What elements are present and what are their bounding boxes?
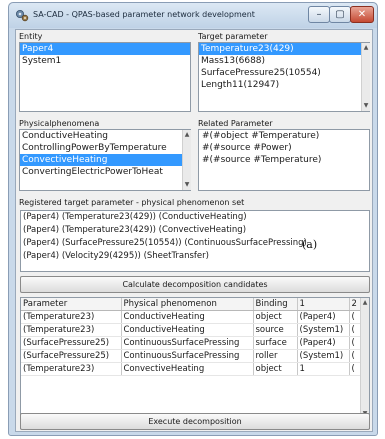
title-bar[interactable]: SA-CAD - QPAS-based parameter network de… — [9, 3, 377, 28]
cell-parameter: (SurfacePressure25) — [21, 349, 122, 363]
target-parameter-item[interactable]: Temperature23(429) — [199, 43, 369, 55]
table-row[interactable]: (Temperature23) ConvectiveHeating object… — [21, 362, 362, 376]
column-header-phenomenon[interactable]: Physical phenomenon — [121, 298, 254, 311]
cell-col1: (Paper4) — [297, 310, 350, 324]
related-parameter-item[interactable]: #(#object #Temperature) — [199, 130, 369, 142]
table-row[interactable]: (SurfacePressure25) ContinuousSurfacePre… — [21, 349, 362, 363]
related-parameter-item[interactable]: #(#source #Temperature) — [199, 154, 369, 166]
table-row[interactable]: (Temperature23) ConductiveHeating object… — [21, 310, 362, 324]
cell-binding: surface — [253, 336, 298, 350]
triangle-up-icon[interactable]: ▲ — [362, 44, 370, 52]
cell-phenomenon: ContinuousSurfacePressing — [121, 349, 254, 363]
cell-parameter: (Temperature23) — [21, 323, 122, 337]
cell-parameter: (Temperature23) — [21, 310, 122, 324]
physical-phenomenon-item[interactable]: ConvectiveHeating — [20, 154, 190, 166]
window-title: SA-CAD - QPAS-based parameter network de… — [33, 10, 255, 19]
target-parameter-item[interactable]: Length11(12947) — [199, 79, 369, 91]
related-parameter-label: Related Parameter — [198, 119, 273, 128]
client-area: Entity Paper4 System1 Target parameter T… — [15, 29, 373, 432]
cell-col1: (System1) — [297, 349, 350, 363]
cell-phenomenon: ConductiveHeating — [121, 323, 254, 337]
cell-binding: source — [253, 323, 298, 337]
cell-col1: 1 — [297, 362, 350, 376]
table-row[interactable]: (SurfacePressure25) ContinuousSurfacePre… — [21, 336, 362, 350]
physical-phenomena-scrollbar[interactable]: ▲ ▼ — [182, 130, 191, 190]
target-parameter-item[interactable]: Mass13(6688) — [199, 55, 369, 67]
physical-phenomena-list[interactable]: ConductiveHeating ControllingPowerByTemp… — [19, 129, 191, 191]
entity-list[interactable]: Paper4 System1 — [19, 42, 191, 112]
gear-cluster-icon — [16, 10, 29, 22]
cell-phenomenon: ConvectiveHeating — [121, 362, 254, 376]
cell-parameter: (Temperature23) — [21, 362, 122, 376]
triangle-down-icon[interactable]: ▼ — [183, 181, 191, 189]
figure-annotation: (a) — [302, 238, 318, 251]
physical-phenomenon-item[interactable]: ConvertingElectricPowerToHeat — [20, 166, 190, 178]
triangle-up-icon[interactable]: ▲ — [361, 299, 369, 307]
column-header-binding[interactable]: Binding — [253, 298, 298, 311]
physical-phenomenon-item[interactable]: ControllingPowerByTemperature — [20, 142, 190, 154]
cell-binding: object — [253, 310, 298, 324]
registered-set-item[interactable]: (Paper4) (Velocity29(4295)) (SheetTransf… — [21, 250, 369, 263]
target-parameter-scrollbar[interactable]: ▲ ▼ — [361, 43, 370, 111]
entity-item[interactable]: Paper4 — [20, 43, 190, 55]
physical-phenomena-label: Physicalphenomena — [19, 119, 100, 128]
table-row[interactable]: (Temperature23) ConductiveHeating source… — [21, 323, 362, 337]
execute-decomposition-button[interactable]: Execute decomposition — [20, 413, 370, 430]
related-parameter-list[interactable]: #(#object #Temperature) #(#source #Power… — [198, 129, 370, 191]
app-window: SA-CAD - QPAS-based parameter network de… — [8, 2, 378, 436]
table-vertical-scrollbar[interactable]: ▲ ▼ — [360, 298, 369, 419]
registered-set-item[interactable]: (Paper4) (Temperature23(429)) (Conductiv… — [21, 211, 369, 224]
column-header-1[interactable]: 1 — [297, 298, 350, 311]
candidates-grid: Parameter Physical phenomenon Binding 1 … — [21, 298, 362, 376]
target-parameter-list[interactable]: Temperature23(429) Mass13(6688) SurfaceP… — [198, 42, 370, 112]
minimize-button[interactable]: – — [308, 6, 330, 23]
related-parameter-item[interactable]: #(#source #Power) — [199, 142, 369, 154]
target-parameter-item[interactable]: SurfacePressure25(10554) — [199, 67, 369, 79]
maximize-button[interactable]: ▢ — [329, 6, 351, 23]
cell-parameter: (SurfacePressure25) — [21, 336, 122, 350]
cell-binding: roller — [253, 349, 298, 363]
calculate-decomposition-button[interactable]: Calculate decomposition candidates — [20, 276, 370, 293]
cell-phenomenon: ContinuousSurfacePressing — [121, 336, 254, 350]
cell-phenomenon: ConductiveHeating — [121, 310, 254, 324]
column-header-parameter[interactable]: Parameter — [21, 298, 122, 311]
table-header-row: Parameter Physical phenomenon Binding 1 … — [21, 298, 362, 311]
entity-item[interactable]: System1 — [20, 55, 190, 67]
registered-set-item[interactable]: (Paper4) (Temperature23(429)) (Convectiv… — [21, 224, 369, 237]
entity-label: Entity — [19, 32, 43, 41]
cell-binding: object — [253, 362, 298, 376]
registered-set-list[interactable]: (Paper4) (Temperature23(429)) (Conductiv… — [20, 210, 370, 272]
cell-col1: (System1) — [297, 323, 350, 337]
cell-col1: (Paper4) — [297, 336, 350, 350]
physical-phenomenon-item[interactable]: ConductiveHeating — [20, 130, 190, 142]
registered-set-label: Registered target parameter - physical p… — [19, 198, 245, 207]
close-button[interactable]: ✕ — [350, 6, 374, 23]
triangle-up-icon[interactable]: ▲ — [183, 131, 191, 139]
target-parameter-label: Target parameter — [198, 32, 268, 41]
triangle-down-icon[interactable]: ▼ — [362, 102, 370, 110]
candidates-table[interactable]: Parameter Physical phenomenon Binding 1 … — [20, 297, 370, 429]
